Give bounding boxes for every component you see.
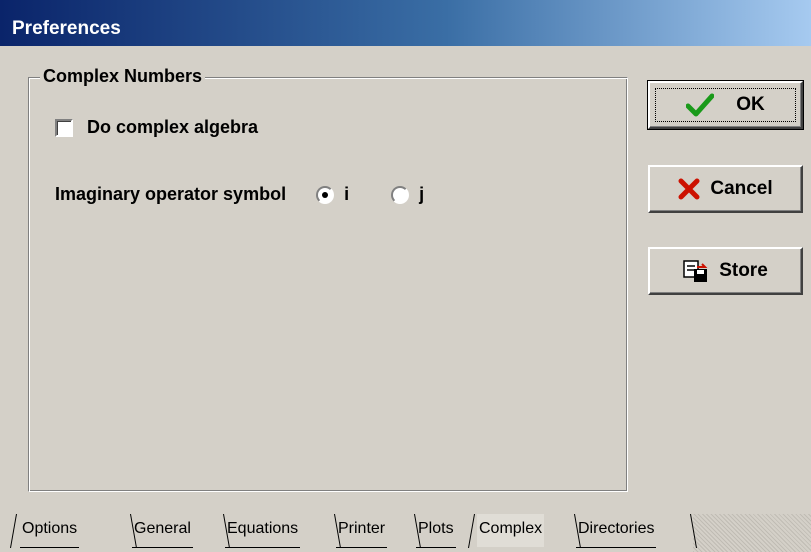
window-title: Preferences [12, 18, 121, 39]
radio-i[interactable] [316, 185, 335, 204]
complex-algebra-checkbox[interactable] [55, 118, 73, 137]
tab-directories[interactable]: Directories [576, 514, 657, 548]
tab-strip-background [693, 514, 811, 552]
imaginary-operator-label: Imaginary operator symbol [55, 184, 287, 204]
ok-button[interactable]: OK [647, 80, 804, 130]
radio-option-j[interactable]: j [391, 184, 424, 205]
complex-algebra-label: Do complex algebra [87, 117, 259, 137]
radio-j-label: j [419, 184, 425, 204]
complex-algebra-option[interactable]: Do complex algebra [55, 117, 258, 138]
tab-printer[interactable]: Printer [336, 514, 388, 548]
radio-i-label: i [344, 184, 350, 204]
radio-j[interactable] [391, 185, 410, 204]
tab-equations[interactable]: Equations [225, 514, 301, 548]
tab-complex[interactable]: Complex [477, 514, 545, 547]
ok-focus-rect [655, 88, 796, 122]
cancel-x-icon [678, 178, 700, 200]
group-legend: Complex Numbers [40, 66, 206, 87]
imaginary-operator-row: Imaginary operator symbol i j [55, 184, 424, 205]
tab-options[interactable]: Options [20, 514, 80, 548]
title-bar: Preferences [0, 0, 811, 46]
cancel-button[interactable]: Cancel [648, 165, 803, 213]
radio-option-i[interactable]: i [316, 184, 349, 205]
tab-plots[interactable]: Plots [416, 514, 456, 548]
cancel-label: Cancel [710, 178, 773, 199]
store-label: Store [719, 260, 768, 281]
save-disk-icon [683, 259, 709, 283]
store-button[interactable]: Store [648, 247, 803, 295]
complex-numbers-group [28, 77, 628, 492]
tab-general[interactable]: General [132, 514, 193, 548]
